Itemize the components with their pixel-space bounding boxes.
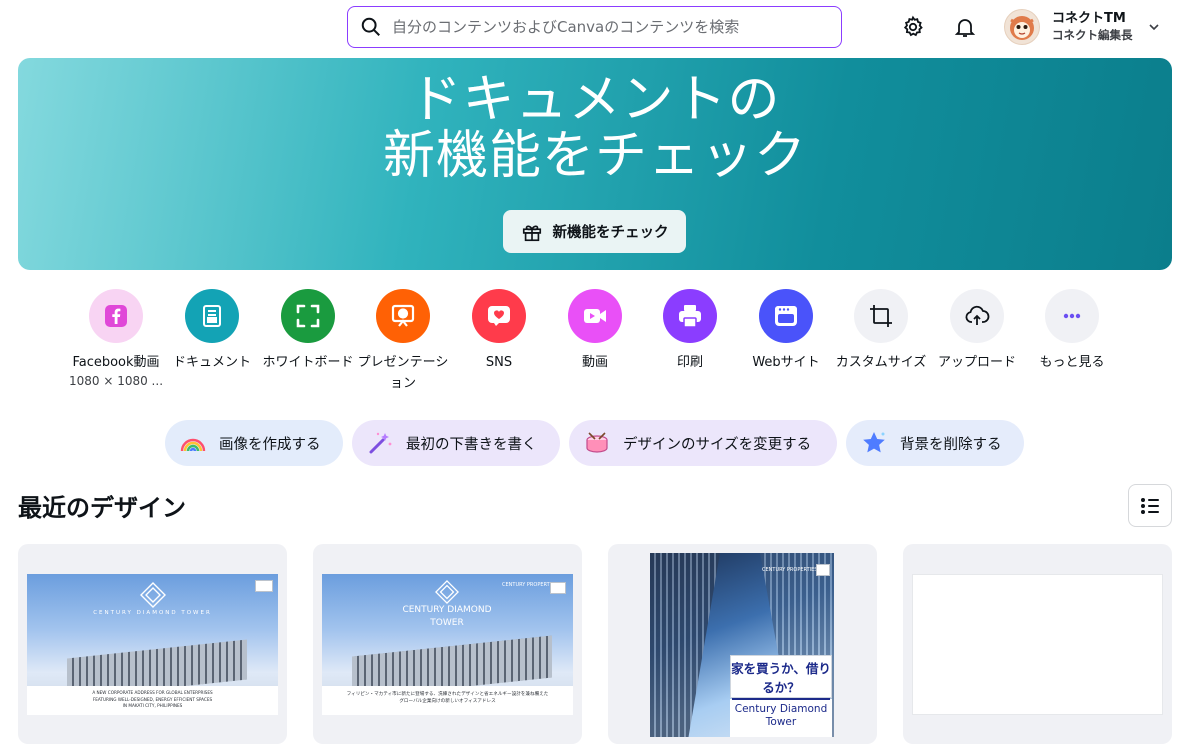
remove-background-pill[interactable]: 背景を削除する [846, 420, 1024, 466]
printer-icon [663, 289, 717, 343]
more-icon [1045, 289, 1099, 343]
check-new-features-button[interactable]: 新機能をチェック [503, 210, 686, 253]
facebook-icon [89, 289, 143, 343]
shortcut-video[interactable]: 動画 [547, 289, 643, 373]
account-role: コネクト編集長 [1052, 28, 1133, 42]
shortcut-upload[interactable]: アップロード [929, 289, 1025, 373]
banner-title: ドキュメントの 新機能をチェック [382, 70, 807, 186]
shortcut-presentation[interactable]: プレゼンテーション [355, 289, 451, 394]
chevron-down-icon[interactable] [1147, 20, 1161, 34]
search-bar[interactable] [347, 6, 842, 48]
shortcut-print[interactable]: 印刷 [642, 289, 738, 373]
star-icon [860, 429, 888, 457]
notification-bell-icon[interactable] [952, 14, 978, 40]
shortcut-facebook-video[interactable]: Facebook動画 1080 × 1080 ... [68, 289, 164, 389]
search-icon [361, 17, 380, 36]
shortcut-more[interactable]: もっと見る [1024, 289, 1120, 373]
avatar [1004, 9, 1040, 45]
shortcut-whiteboard[interactable]: ホワイトボード [260, 289, 356, 373]
diamond-logo-icon [435, 580, 459, 604]
design-card[interactable]: CENTURY DIAMOND TOWER CENTURY PROPERTIES… [313, 544, 582, 744]
diamond-logo-icon [140, 582, 166, 608]
thumbnail-title: Century Diamond Tower [730, 699, 832, 737]
custom-size-icon [854, 289, 908, 343]
magic-wand-icon [366, 429, 394, 457]
list-view-button[interactable] [1128, 484, 1172, 527]
hero-banner: ドキュメントの 新機能をチェック 新機能をチェック [18, 58, 1172, 270]
thumbnail-title: CENTURY DIAMOND TOWER [93, 610, 212, 616]
design-card[interactable]: CENTURY PROPERTIES 家を買うか、借りるか？ Century D… [608, 544, 877, 744]
top-bar: コネクトTM コネクト編集長 [0, 0, 1200, 56]
document-icon [185, 289, 239, 343]
design-thumbnail[interactable]: CENTURY DIAMOND TOWER CENTURY PROPERTIES… [322, 574, 573, 715]
thumbnail-caption: フィリピン・マカティ市に新たに登場する、洗練されたデザインと省エネルギー設計を兼… [322, 686, 573, 715]
shortcut-custom-size[interactable]: カスタムサイズ [833, 289, 929, 373]
drum-icon [583, 429, 611, 457]
gift-icon [522, 225, 541, 241]
design-thumbnail[interactable]: CENTURY DIAMOND TOWER A NEW CORPORATE AD… [27, 574, 278, 715]
rainbow-icon [179, 429, 207, 457]
video-icon [568, 289, 622, 343]
upload-cloud-icon [950, 289, 1004, 343]
settings-gear-icon[interactable] [900, 14, 926, 40]
write-first-draft-pill[interactable]: 最初の下書きを書く [352, 420, 560, 466]
heart-icon [472, 289, 526, 343]
account-menu[interactable]: コネクトTM コネクト編集長 [1004, 8, 1161, 46]
shortcut-document[interactable]: ドキュメント [164, 289, 260, 373]
design-thumbnail[interactable]: CENTURY PROPERTIES 家を買うか、借りるか？ Century D… [650, 553, 834, 737]
design-card[interactable]: CENTURY DIAMOND TOWER A NEW CORPORATE AD… [18, 544, 287, 744]
thumbnail-logo-text: CENTURY PROPERTIES [762, 567, 818, 573]
shortcut-sns[interactable]: SNS [451, 289, 547, 373]
design-thumbnail-blank[interactable] [912, 574, 1163, 715]
whiteboard-icon [281, 289, 335, 343]
design-card[interactable] [903, 544, 1172, 744]
account-name: コネクトTM [1052, 11, 1126, 26]
thumbnail-headline: 家を買うか、借りるか？ [730, 655, 832, 698]
design-type-shortcuts: Facebook動画 1080 × 1080 ... ドキュメント ホワイトボー… [0, 289, 1200, 399]
thumbnail-title: CENTURY DIAMOND TOWER [402, 605, 492, 628]
list-view-icon [1141, 497, 1159, 514]
presentation-icon [376, 289, 430, 343]
resize-design-pill[interactable]: デザインのサイズを変更する [569, 420, 837, 466]
thumbnail-caption: A NEW CORPORATE ADDRESS FOR GLOBAL ENTER… [27, 686, 278, 715]
website-icon [759, 289, 813, 343]
recent-designs-title: 最近のデザイン [18, 494, 186, 522]
create-image-pill[interactable]: 画像を作成する [165, 420, 343, 466]
search-input[interactable] [392, 18, 841, 36]
shortcut-website[interactable]: Webサイト [738, 289, 834, 373]
